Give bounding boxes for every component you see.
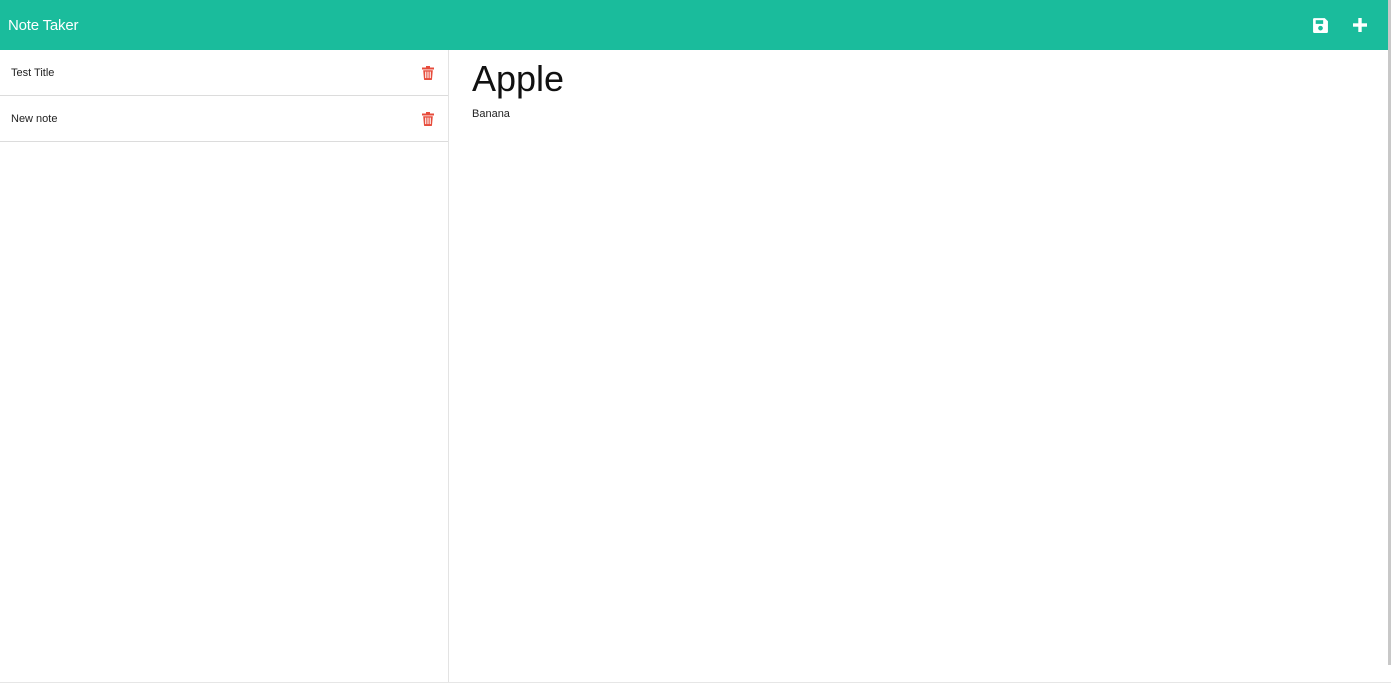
delete-note-button[interactable] [422, 111, 434, 126]
note-list-title[interactable]: Test Title [11, 67, 54, 79]
list-item[interactable]: New note [0, 96, 448, 142]
note-editor: Apple Banana [449, 50, 1388, 683]
delete-note-button[interactable] [422, 65, 434, 80]
note-text-area[interactable]: Banana [472, 108, 1365, 120]
save-note-button[interactable] [1300, 0, 1340, 50]
note-title-input[interactable]: Apple [472, 58, 1365, 100]
new-note-button[interactable] [1340, 0, 1380, 50]
app-brand[interactable]: Note Taker [8, 17, 78, 34]
list-item[interactable]: Test Title [0, 50, 448, 96]
trash-icon [422, 111, 434, 126]
navbar: Note Taker [0, 0, 1388, 50]
trash-icon [422, 65, 434, 80]
app-window: Note Taker Test Title New note Apple Ban… [0, 0, 1391, 683]
notes-sidebar: Test Title New note [0, 50, 449, 683]
plus-icon [1353, 18, 1367, 32]
floppy-disk-icon [1312, 17, 1328, 33]
note-list-title[interactable]: New note [11, 113, 57, 125]
navbar-actions [1300, 0, 1380, 50]
